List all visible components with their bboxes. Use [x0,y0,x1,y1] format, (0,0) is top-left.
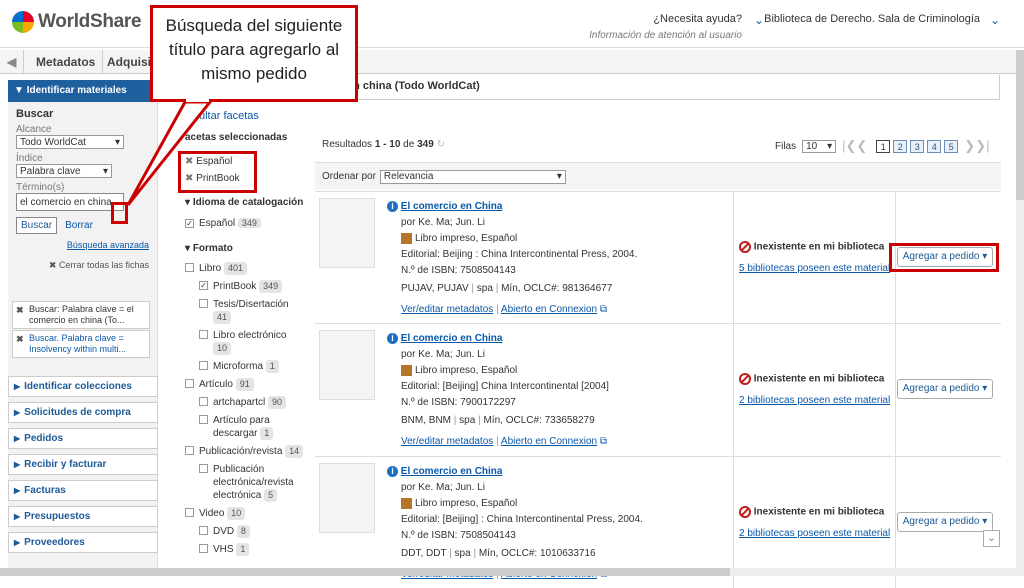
callout-pointer [126,98,214,206]
